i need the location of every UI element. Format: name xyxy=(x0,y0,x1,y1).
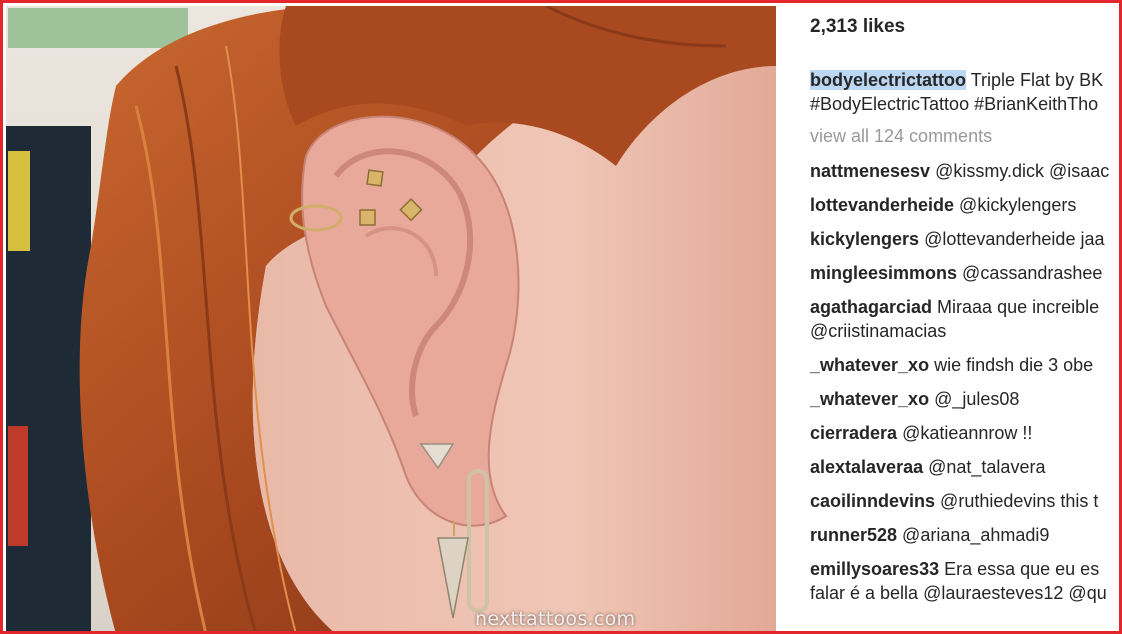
comment-username[interactable]: caoilinndevins xyxy=(810,491,935,511)
comment-username[interactable]: nattmenesesv xyxy=(810,161,930,181)
caption-hashtags[interactable]: #BodyElectricTattoo #BrianKeithTho xyxy=(810,92,1103,116)
comment-text: @cassandrashee xyxy=(957,263,1103,283)
comment-text: @lottevanderheide jaa xyxy=(919,229,1105,249)
comment-text: @kickylengers xyxy=(954,195,1077,215)
likes-count[interactable]: 2,313 likes xyxy=(810,16,905,38)
comment-username[interactable]: agathagarciad xyxy=(810,297,932,317)
comment-item: agathagarciad Miraaa que increible @criis… xyxy=(810,295,1119,343)
comment-username[interactable]: mingleesimmons xyxy=(810,263,957,283)
view-all-comments-link[interactable]: view all 124 comments xyxy=(810,126,992,147)
comment-username[interactable]: cierradera xyxy=(810,423,897,443)
comment-text: wie findsh die 3 obe xyxy=(929,355,1094,375)
comment-text: @katieannrow !! xyxy=(897,423,1033,443)
comment-text: Miraaa que increible xyxy=(932,297,1100,317)
comment-item: _whatever_xo wie findsh die 3 obe xyxy=(810,353,1119,377)
comment-username[interactable]: _whatever_xo xyxy=(810,389,929,409)
comment-text: @_jules08 xyxy=(929,389,1020,409)
post-photo xyxy=(6,6,776,631)
screenshot-frame: nexttattoos.com 2,313 likes bodyelectric… xyxy=(0,0,1122,634)
caption-text: Triple Flat by BK xyxy=(966,70,1104,90)
comment-text-continued: @criistinamacias xyxy=(810,321,947,341)
comment-item: caoilinndevins @ruthiedevins this t xyxy=(810,489,1119,513)
comment-username[interactable]: kickylengers xyxy=(810,229,919,249)
comment-item: kickylengers @lottevanderheide jaa xyxy=(810,227,1119,251)
comment-username[interactable]: alextalaveraa xyxy=(810,457,923,477)
comment-text: Era essa que eu es xyxy=(939,559,1100,579)
comment-item: lottevanderheide @kickylengers xyxy=(810,193,1119,217)
post-caption: bodyelectrictattoo Triple Flat by BK #Bo… xyxy=(810,68,1103,116)
comment-text-continued: falar é a bella @lauraesteves12 @qu xyxy=(810,583,1107,603)
comment-username[interactable]: _whatever_xo xyxy=(810,355,929,375)
comment-text: @kissmy.dick @isaac xyxy=(930,161,1110,181)
comment-item: cierradera @katieannrow !! xyxy=(810,421,1119,445)
comment-item: alextalaveraa @nat_talavera xyxy=(810,455,1119,479)
comment-text: @ariana_ahmadi9 xyxy=(897,525,1050,545)
watermark-text: nexttattoos.com xyxy=(475,608,636,630)
comment-list: nattmenesesv @kissmy.dick @isaac lotteva… xyxy=(810,159,1119,615)
comment-text: @nat_talavera xyxy=(923,457,1046,477)
comment-item: _whatever_xo @_jules08 xyxy=(810,387,1119,411)
comment-username[interactable]: emillysoares33 xyxy=(810,559,939,579)
comment-item: runner528 @ariana_ahmadi9 xyxy=(810,523,1119,547)
post-info-panel: 2,313 likes bodyelectrictattoo Triple Fl… xyxy=(779,6,1119,631)
comment-username[interactable]: runner528 xyxy=(810,525,897,545)
comment-item: mingleesimmons @cassandrashee xyxy=(810,261,1119,285)
caption-username[interactable]: bodyelectrictattoo xyxy=(810,70,967,90)
comment-item: nattmenesesv @kissmy.dick @isaac xyxy=(810,159,1119,183)
comment-username[interactable]: lottevanderheide xyxy=(810,195,954,215)
comment-item: emillysoares33 Era essa que eu es falar é… xyxy=(810,557,1119,605)
comment-text: @ruthiedevins this t xyxy=(935,491,1099,511)
